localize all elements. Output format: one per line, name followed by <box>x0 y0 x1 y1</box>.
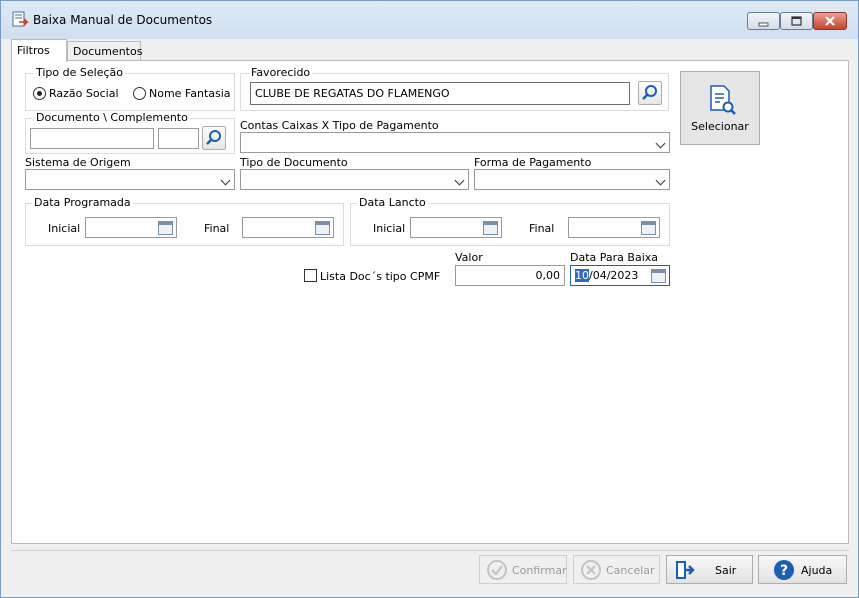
data-programada-inicial-label: Inicial <box>48 222 81 235</box>
data-programada-final-input[interactable] <box>242 217 334 238</box>
forma-pagamento-select[interactable] <box>474 169 670 190</box>
exit-door-icon <box>676 561 695 579</box>
nome-fantasia-radio[interactable] <box>133 87 146 100</box>
help-icon: ? <box>774 560 794 580</box>
documento-title: Documento \ Complemento <box>34 111 190 124</box>
sair-label: Sair <box>715 564 737 577</box>
title-bar: Baixa Manual de Documentos <box>1 1 858 39</box>
razao-social-label: Razão Social <box>49 87 119 100</box>
documento-search-button[interactable] <box>202 126 226 150</box>
calendar-icon[interactable] <box>315 221 330 235</box>
minimize-button[interactable] <box>747 12 780 30</box>
check-circle-icon <box>487 560 507 580</box>
data-lancto-final-label: Final <box>529 222 555 235</box>
sistema-origem-label: Sistema de Origem <box>25 156 131 169</box>
data-lancto-title: Data Lancto <box>357 196 428 209</box>
tab-filtros-label: Filtros <box>17 44 50 57</box>
valor-label: Valor <box>455 251 483 264</box>
tab-filtros[interactable]: Filtros <box>11 39 67 62</box>
chevron-down-icon <box>220 175 231 186</box>
search-icon <box>642 85 657 100</box>
nome-fantasia-label: Nome Fantasia <box>149 87 231 100</box>
data-programada-inicial-input[interactable] <box>85 217 177 238</box>
cancelar-button[interactable]: Cancelar <box>573 555 660 584</box>
data-baixa-input[interactable]: 10/04/2023 <box>570 265 670 286</box>
documento-input[interactable] <box>30 128 154 149</box>
close-icon <box>825 16 835 26</box>
calendar-icon[interactable] <box>483 221 498 235</box>
data-baixa-label: Data Para Baixa <box>570 251 658 264</box>
contas-caixas-select[interactable] <box>240 132 670 153</box>
confirmar-label: Confirmar <box>512 564 567 577</box>
forma-pagamento-label: Forma de Pagamento <box>474 156 592 169</box>
valor-input[interactable]: 0,00 <box>455 265 565 286</box>
close-button[interactable] <box>813 12 847 30</box>
selecionar-button[interactable]: Selecionar <box>680 71 760 145</box>
minimize-icon <box>758 22 769 27</box>
cancelar-label: Cancelar <box>606 564 655 577</box>
razao-social-radio[interactable] <box>33 87 46 100</box>
calendar-icon[interactable] <box>158 221 173 235</box>
tipo-documento-label: Tipo de Documento <box>240 156 348 169</box>
complemento-input[interactable] <box>158 128 199 149</box>
maximize-icon <box>791 16 802 26</box>
contas-caixas-label: Contas Caixas X Tipo de Pagamento <box>240 119 439 132</box>
maximize-button[interactable] <box>780 12 813 30</box>
favorecido-input[interactable]: CLUBE DE REGATAS DO FLAMENGO <box>250 82 630 105</box>
tipo-documento-select[interactable] <box>240 169 469 190</box>
document-search-icon <box>710 85 736 115</box>
ajuda-button[interactable]: ? Ajuda <box>758 555 847 584</box>
data-lancto-inicial-label: Inicial <box>373 222 406 235</box>
chevron-down-icon <box>655 138 666 149</box>
cancel-circle-icon <box>581 560 601 580</box>
tab-documentos-label: Documentos <box>73 45 143 58</box>
footer-separator <box>11 550 849 551</box>
data-baixa-day: 10 <box>575 269 589 282</box>
main-window: Baixa Manual de Documentos Filtros Docum… <box>0 0 859 598</box>
favorecido-search-button[interactable] <box>638 81 662 105</box>
window-title: Baixa Manual de Documentos <box>33 13 213 27</box>
confirmar-button[interactable]: Confirmar <box>479 555 567 584</box>
favorecido-title: Favorecido <box>249 66 313 79</box>
data-baixa-rest: /04/2023 <box>589 269 639 282</box>
tab-documentos[interactable]: Documentos <box>67 41 143 61</box>
data-lancto-inicial-input[interactable] <box>410 217 502 238</box>
app-document-icon <box>12 11 29 27</box>
search-icon <box>206 130 221 145</box>
tipo-selecao-title: Tipo de Seleção <box>34 66 125 79</box>
chevron-down-icon <box>454 175 465 186</box>
lista-cpmf-label: Lista Doc´s tipo CPMF <box>320 270 441 283</box>
sistema-origem-select[interactable] <box>25 169 235 190</box>
data-programada-title: Data Programada <box>32 196 133 209</box>
chevron-down-icon <box>655 175 666 186</box>
ajuda-label: Ajuda <box>801 564 833 577</box>
data-lancto-final-input[interactable] <box>568 217 660 238</box>
data-programada-final-label: Final <box>204 222 230 235</box>
svg-text:?: ? <box>780 563 788 579</box>
selecionar-label: Selecionar <box>691 120 749 133</box>
sair-button[interactable]: Sair <box>666 555 753 584</box>
calendar-icon[interactable] <box>651 269 666 283</box>
calendar-icon[interactable] <box>641 221 656 235</box>
lista-cpmf-checkbox[interactable] <box>304 269 317 282</box>
